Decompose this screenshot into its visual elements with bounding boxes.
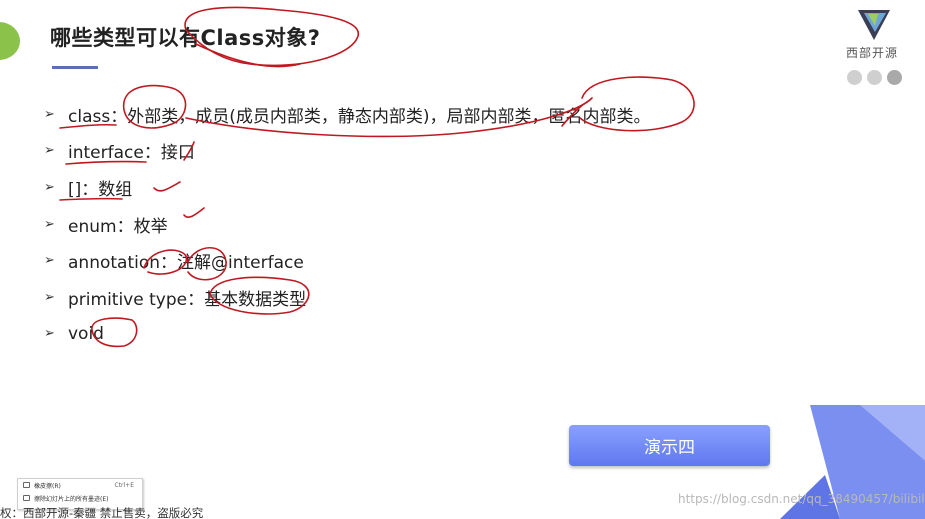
dot xyxy=(847,70,862,85)
arrow-bullet-icon: ➢ xyxy=(44,216,55,232)
menu-item-shortcut: Ctrl+E xyxy=(114,482,135,489)
list-item-text: enum：枚举 xyxy=(68,216,168,237)
arrow-bullet-icon: ➢ xyxy=(44,143,55,159)
list-item: ➢ class：外部类，成员(成员内部类，静态内部类)，局部内部类，匿名内部类。 xyxy=(44,96,650,133)
list-item: ➢ primitive type：基本数据类型 xyxy=(44,279,650,316)
green-circle-decoration xyxy=(0,22,20,60)
slide: 哪些类型可以有Class对象? 西部开源 ➢ class：外部类，成员(成员内部类… xyxy=(0,0,925,519)
dot xyxy=(887,70,902,85)
dot xyxy=(867,70,882,85)
list-item: ➢ void xyxy=(44,316,650,353)
logo-text: 西部开源 xyxy=(846,46,899,60)
list-item-text: class：外部类，成员(成员内部类，静态内部类)，局部内部类，匿名内部类。 xyxy=(68,106,651,127)
eraser-icon xyxy=(23,482,30,488)
arrow-bullet-icon: ➢ xyxy=(44,326,55,342)
title-underline xyxy=(52,66,98,69)
arrow-bullet-icon: ➢ xyxy=(44,289,55,305)
slide-title: 哪些类型可以有Class对象? xyxy=(50,26,321,50)
arrow-bullet-icon: ➢ xyxy=(44,106,55,122)
watermark-text: https://blog.csdn.net/qq_38490457/bilibi… xyxy=(678,492,925,506)
list-item-text: []：数组 xyxy=(68,179,133,200)
list-item-text: primitive type：基本数据类型 xyxy=(68,289,307,310)
list-item: ➢ enum：枚举 xyxy=(44,206,650,243)
arrow-bullet-icon: ➢ xyxy=(44,179,55,195)
menu-item-erase-all[interactable]: 擦除幻灯片上的所有墨迹(E) xyxy=(18,492,142,505)
list-item-text: interface：接口 xyxy=(68,143,195,164)
list-item: ➢ []：数组 xyxy=(44,169,650,206)
type-list: ➢ class：外部类，成员(成员内部类，静态内部类)，局部内部类，匿名内部类。 … xyxy=(44,96,650,352)
erase-all-icon xyxy=(23,495,30,501)
menu-item-label: 擦除幻灯片上的所有墨迹(E) xyxy=(34,496,109,503)
demo-four-button[interactable]: 演示四 xyxy=(569,425,770,466)
list-item-text: void xyxy=(68,323,104,344)
menu-item-eraser[interactable]: 橡皮擦(R) Ctrl+E xyxy=(18,479,142,492)
list-item: ➢ interface：接口 xyxy=(44,133,650,170)
footer-copyright: 权：西部开源-秦疆 禁止售卖，盗版必究 xyxy=(0,506,204,519)
decorative-dots xyxy=(847,70,902,85)
menu-item-label: 橡皮擦(R) xyxy=(34,483,61,490)
list-item: ➢ annotation：注解@interface xyxy=(44,242,650,279)
list-item-text: annotation：注解@interface xyxy=(68,253,304,274)
arrow-bullet-icon: ➢ xyxy=(44,253,55,269)
